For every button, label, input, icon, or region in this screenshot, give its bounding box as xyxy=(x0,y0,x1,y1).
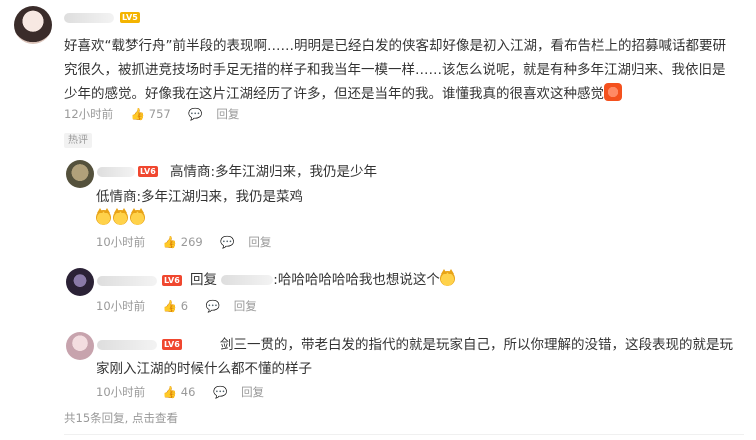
comment-icon: 💬 xyxy=(188,107,203,121)
level-badge: LV6 xyxy=(138,166,158,177)
comment-icon-button[interactable]: 💬 xyxy=(213,385,227,399)
comment-icon: 💬 xyxy=(205,299,221,313)
reply-prefix: 回复 xyxy=(190,272,217,288)
reply-text-3: 剑三一贯的，带老白发的指代的就是玩家自己，所以你理解的没错，这段表现的就是玩家刚… xyxy=(96,337,733,377)
like-count: 46 xyxy=(180,385,196,399)
timestamp: 10小时前 xyxy=(96,299,146,313)
comment-icon: 💬 xyxy=(220,235,235,249)
comment-icon: 💬 xyxy=(213,385,228,399)
thumb-up-icon: 👍 xyxy=(162,235,178,249)
reply-button[interactable]: 回复 xyxy=(241,385,264,399)
emoji-icon xyxy=(604,83,622,101)
like-button[interactable]: 👍 269 xyxy=(163,235,203,249)
comment-icon-button[interactable]: 💬 xyxy=(220,235,234,249)
emoji-row xyxy=(96,208,147,227)
reply-button[interactable]: 回复 xyxy=(248,235,271,249)
timestamp: 10小时前 xyxy=(96,385,146,399)
comment-text: 好喜欢“载梦行舟”前半段的表现啊……明明是已经白发的侠客却好像是初入江湖，看布告… xyxy=(64,38,726,102)
cat-emoji-icon xyxy=(130,208,145,225)
like-count: 757 xyxy=(148,107,171,121)
reply-meta-1: 10小时前 👍 269 💬 回复 xyxy=(96,234,271,250)
thumb-up-icon: 👍 xyxy=(130,107,146,121)
hot-comment-tag: 热评 xyxy=(64,133,92,148)
view-all-replies-link[interactable]: 共15条回复, 点击查看 xyxy=(64,410,178,426)
thumb-up-icon: 👍 xyxy=(162,299,178,313)
username-blurred[interactable] xyxy=(64,13,114,23)
comment-icon-button[interactable]: 💬 xyxy=(206,299,220,313)
reply-text-2: 回复 :哈哈哈哈哈哈我也想说这个 xyxy=(190,268,457,292)
reply-line-1: 高情商:多年江湖归来，我仍是少年 xyxy=(170,164,378,180)
reply-text: :哈哈哈哈哈哈我也想说这个 xyxy=(273,272,440,288)
comment-text-main: 好喜欢“载梦行舟”前半段的表现啊……明明是已经白发的侠客却好像是初入江湖，看布告… xyxy=(64,34,728,106)
comment-meta-main: 12小时前 👍 757 💬 回复 xyxy=(64,106,239,122)
reply-meta-2: 10小时前 👍 6 💬 回复 xyxy=(96,298,257,314)
like-button[interactable]: 👍 757 xyxy=(131,107,171,121)
avatar-main-user[interactable] xyxy=(14,6,52,44)
thumb-up-icon: 👍 xyxy=(162,385,178,399)
username-blurred[interactable] xyxy=(97,167,135,177)
level-badge: LV5 xyxy=(120,12,140,23)
comment-icon-button[interactable]: 💬 xyxy=(188,107,202,121)
like-count: 6 xyxy=(180,299,189,313)
avatar-reply-1[interactable] xyxy=(66,160,94,188)
mention-blurred[interactable] xyxy=(221,275,274,285)
cat-emoji-icon xyxy=(113,208,128,225)
like-button[interactable]: 👍 46 xyxy=(163,385,196,399)
like-count: 269 xyxy=(180,235,203,249)
reply-line-2: 低情商:多年江湖归来，我仍是菜鸡 xyxy=(96,189,304,205)
timestamp: 12小时前 xyxy=(64,107,114,121)
reply-button[interactable]: 回复 xyxy=(234,299,257,313)
avatar-reply-2[interactable] xyxy=(66,268,94,296)
cat-emoji-icon xyxy=(439,269,455,286)
reply-meta-3: 10小时前 👍 46 💬 回复 xyxy=(96,384,264,400)
cat-emoji-icon xyxy=(96,208,111,225)
divider xyxy=(64,434,744,435)
reply-button[interactable]: 回复 xyxy=(216,107,239,121)
username-blurred[interactable] xyxy=(97,276,157,286)
like-button[interactable]: 👍 6 xyxy=(163,299,188,313)
avatar-reply-3[interactable] xyxy=(66,332,94,360)
level-badge: LV6 xyxy=(162,275,182,286)
timestamp: 10小时前 xyxy=(96,235,146,249)
